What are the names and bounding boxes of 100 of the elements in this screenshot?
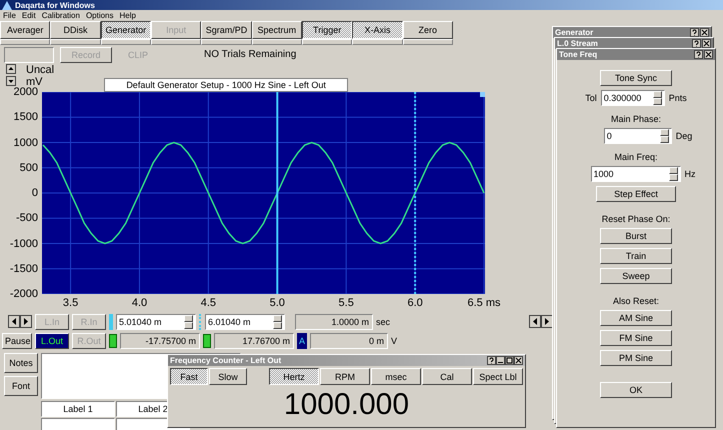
unit-button[interactable]: Spect Lbl: [473, 368, 523, 385]
menu-item[interactable]: Help: [120, 11, 136, 20]
spin-buttons[interactable]: [652, 91, 662, 105]
channel-button[interactable]: L.Out: [35, 332, 69, 348]
x-tick-label: 6.5 ms: [468, 297, 500, 309]
reset-button[interactable]: FM Sine: [600, 330, 672, 346]
window-title: Frequency Counter - Left Out: [170, 356, 282, 365]
unit-button[interactable]: msec: [371, 368, 421, 385]
pause-button[interactable]: Pause: [2, 332, 32, 348]
tab[interactable]: Generator: [100, 21, 151, 39]
maximize-icon[interactable]: [505, 356, 514, 365]
y-tick-label: -2000: [10, 288, 38, 300]
tab[interactable]: Spectrum: [252, 21, 302, 39]
unit-label: mV: [26, 76, 44, 88]
y-tick-label: 2000: [14, 86, 38, 98]
tab[interactable]: Averager: [0, 21, 50, 39]
speed-button[interactable]: Slow: [209, 368, 247, 385]
reset-button[interactable]: Burst: [600, 228, 672, 244]
menu-item[interactable]: File: [3, 11, 16, 20]
unit-label: Hz: [684, 169, 696, 179]
minimize-icon[interactable]: [496, 356, 505, 365]
tab[interactable]: Trigger: [302, 21, 352, 39]
spin-buttons[interactable]: [660, 129, 669, 143]
help-icon[interactable]: [694, 50, 703, 59]
unit-label: V: [391, 336, 398, 346]
help-icon[interactable]: [692, 39, 701, 48]
blank-field: [4, 46, 54, 62]
x-tick-label: 5.5: [338, 297, 354, 309]
level-indicator: [203, 334, 211, 348]
label-field[interactable]: Label 1: [41, 401, 115, 417]
close-icon[interactable]: [700, 28, 709, 37]
y-tick-label: 500: [20, 162, 38, 174]
window-title: L.0 Stream: [557, 39, 598, 48]
tab[interactable]: DDisk: [50, 21, 101, 39]
readout: -17.75700 m: [120, 332, 200, 348]
readout: 17.76700 m: [214, 332, 294, 348]
frequency-field[interactable]: 1000: [590, 166, 680, 182]
field-label: Tol: [585, 93, 597, 103]
unit-label: Deg: [676, 131, 692, 141]
menu-item[interactable]: Calibration: [42, 11, 80, 20]
frequency-readout: 1000.000: [284, 388, 410, 421]
ok-button[interactable]: OK: [600, 382, 672, 398]
y-tick-label: -1500: [10, 262, 38, 275]
reset-button[interactable]: Train: [600, 248, 672, 264]
unit-button[interactable]: RPM: [320, 368, 370, 385]
y-tick-label: 1500: [14, 111, 38, 124]
side-button[interactable]: Notes: [4, 353, 38, 373]
help-icon[interactable]: [690, 28, 699, 37]
window-title: Generator: [555, 28, 594, 37]
calibration-label: Uncal: [26, 64, 54, 76]
spin-buttons[interactable]: [273, 314, 282, 328]
tab[interactable]: Sgram/PD: [201, 21, 252, 39]
close-icon[interactable]: [702, 39, 711, 48]
cursor-line[interactable]: [276, 92, 278, 294]
cursor-field[interactable]: 5.01040 m: [116, 314, 196, 330]
cursor-field[interactable]: 6.01040 m: [205, 314, 285, 330]
menu-item[interactable]: Edit: [22, 11, 36, 20]
window-title: Tone Freq: [559, 50, 598, 59]
x-tick-label: 4.5: [200, 297, 216, 309]
reset-button[interactable]: PM Sine: [600, 350, 672, 366]
trials-status: NO Trials Remaining: [204, 49, 296, 60]
reset-button[interactable]: AM Sine: [600, 310, 672, 326]
sync-button[interactable]: Tone Sync: [600, 70, 672, 86]
section-label: Reset Phase On:: [602, 214, 670, 224]
display-title: Default Generator Setup - 1000 Hz Sine - Left Out: [104, 78, 348, 92]
tolerance-field[interactable]: 0.300000: [600, 90, 665, 106]
app-icon[interactable]: [2, 0, 12, 10]
step-button[interactable]: Step Effect: [596, 186, 676, 202]
x-tick-label: 3.5: [62, 297, 78, 309]
cursor-marker: [109, 314, 113, 330]
phase-field[interactable]: 0: [604, 128, 672, 144]
tab[interactable]: Zero: [402, 21, 453, 39]
unit-label: Pnts: [668, 93, 687, 103]
unit-button[interactable]: Cal: [422, 368, 472, 385]
cursor-line[interactable]: [414, 92, 416, 294]
close-icon[interactable]: [704, 50, 713, 59]
y-tick-label: -1000: [10, 238, 38, 250]
menu-item[interactable]: Options: [86, 11, 114, 20]
level-indicator: [109, 334, 117, 348]
corner-handle[interactable]: [480, 92, 485, 97]
help-icon[interactable]: [487, 356, 496, 365]
y-tick-label: 1000: [14, 136, 38, 148]
reset-button[interactable]: Sweep: [600, 268, 672, 284]
delta-readout: 0 m: [310, 332, 388, 348]
window-title: Daqarta for Windows: [15, 0, 95, 10]
spin-buttons[interactable]: [668, 167, 678, 181]
delta-mark: A: [297, 332, 307, 348]
y-tick-label: -500: [16, 212, 38, 224]
delta-readout: 1.0000 m: [295, 314, 373, 330]
tab[interactable]: X-Axis: [352, 21, 403, 39]
x-tick-label: 4.0: [132, 297, 148, 309]
side-button[interactable]: Font: [4, 376, 38, 396]
section-label: Also Reset:: [612, 296, 660, 306]
close-icon[interactable]: [514, 356, 523, 365]
x-tick-label: 6.0: [407, 297, 423, 309]
speed-button[interactable]: Fast: [170, 368, 208, 385]
label-field[interactable]: [41, 418, 115, 430]
clip-indicator: CLIP: [126, 50, 149, 60]
spin-buttons[interactable]: [184, 314, 193, 328]
unit-button[interactable]: Hertz: [269, 368, 319, 385]
